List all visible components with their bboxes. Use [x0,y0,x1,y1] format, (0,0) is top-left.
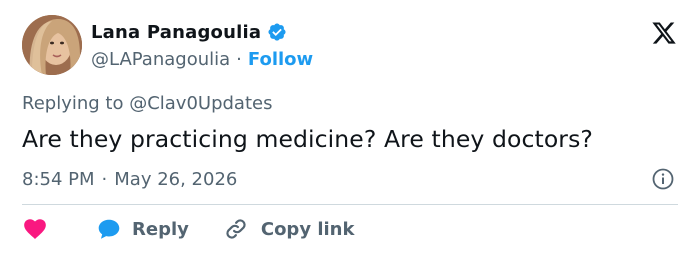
tweet-date[interactable]: May 26, 2026 [114,169,237,190]
info-icon[interactable] [651,167,675,191]
follow-button[interactable]: Follow [248,49,313,70]
tweet-timestamp[interactable]: 8:54 PM · May 26, 2026 [22,167,237,191]
copy-link-button[interactable]: Copy link [223,216,355,242]
x-logo-icon[interactable] [650,20,678,46]
reply-label: Reply [132,218,189,240]
author-handle-row: @LAPanagoulia · Follow [91,47,313,71]
tweet-text: Are they practicing medicine? Are they d… [22,125,593,153]
copy-link-label: Copy link [260,218,355,240]
embedded-tweet-card: Lana Panagoulia @LAPanagoulia · Follow R… [0,0,700,256]
heart-icon [24,219,46,239]
avatar-photo [22,15,82,75]
verified-badge-icon [268,23,286,41]
tweet-time[interactable]: 8:54 PM [22,169,95,190]
avatar[interactable] [22,15,82,75]
author-display-name[interactable]: Lana Panagoulia [91,22,261,43]
divider [22,204,678,205]
link-icon [226,219,246,239]
author-name-row: Lana Panagoulia [91,20,287,44]
separator-dot: · [101,168,108,190]
like-button[interactable] [22,216,48,242]
reply-button[interactable]: Reply [96,216,189,242]
action-bar: Reply Copy link [22,214,354,244]
replying-to-text: Replying to @Clav0Updates [22,93,273,114]
speech-bubble-icon [98,219,120,239]
author-handle[interactable]: @LAPanagoulia [91,49,230,70]
separator-dot: · [236,48,242,70]
